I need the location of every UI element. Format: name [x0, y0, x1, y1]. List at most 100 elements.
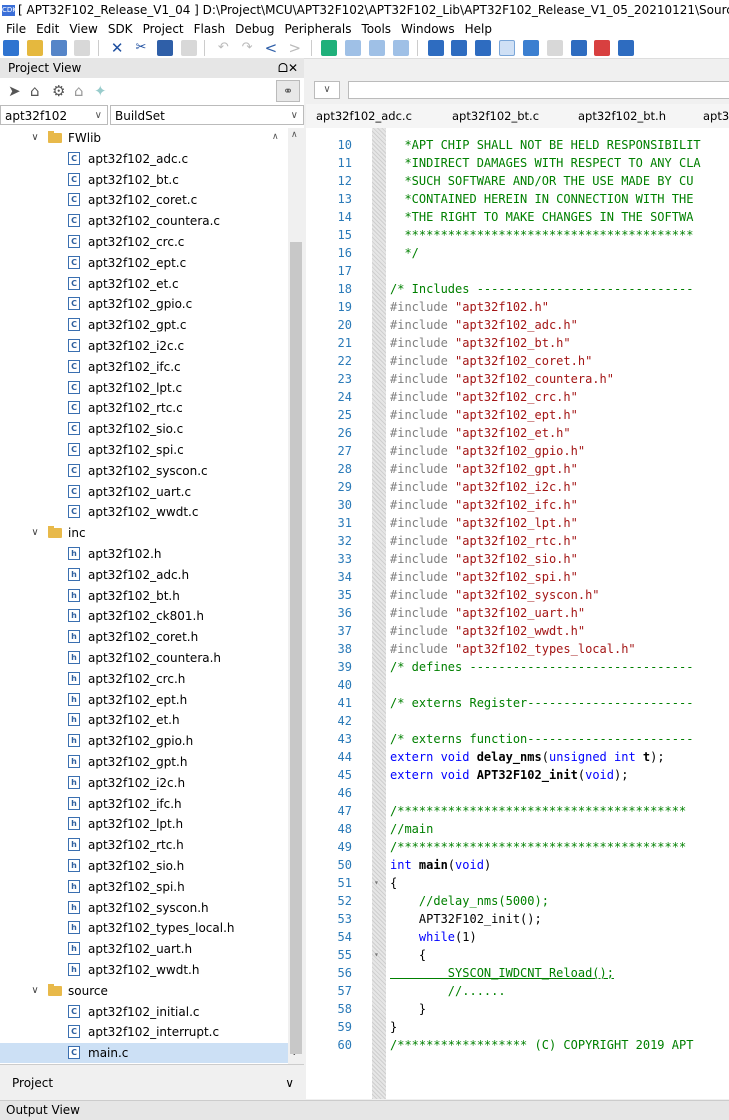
tree-file[interactable]: h apt32f102_ifc.h — [0, 794, 288, 814]
save-icon[interactable] — [50, 40, 67, 56]
back-icon[interactable]: < — [263, 40, 279, 56]
editor-tab[interactable]: apt3 — [703, 104, 729, 128]
menu-item-windows[interactable]: Windows — [401, 22, 455, 36]
chevron-down-icon[interactable]: ∨ — [30, 128, 40, 148]
menu-item-flash[interactable]: Flash — [194, 22, 225, 36]
rebuild-icon[interactable] — [522, 40, 539, 56]
bookmark-clear-icon[interactable] — [392, 40, 409, 56]
menu-item-peripherals[interactable]: Peripherals — [285, 22, 352, 36]
menu-item-view[interactable]: View — [69, 22, 97, 36]
cut-icon[interactable]: ✂ — [133, 40, 149, 56]
tree-file[interactable]: Capt32f102_gpio.c — [0, 294, 288, 314]
tree-file[interactable]: h apt32f102_coret.h — [0, 627, 288, 647]
tree-file[interactable]: h apt32f102_bt.h — [0, 586, 288, 606]
open-folder-icon[interactable] — [26, 40, 43, 56]
copy-icon[interactable] — [156, 40, 173, 56]
tree-file[interactable]: h apt32f102_lpt.h — [0, 814, 288, 834]
tree-file[interactable]: h apt32f102_spi.h — [0, 877, 288, 897]
bookmark-icon[interactable] — [321, 40, 338, 56]
save-all-icon[interactable] — [74, 40, 91, 56]
tree-file[interactable]: Capt32f102_lpt.c — [0, 378, 288, 398]
tree-file[interactable]: Capt32f102_sio.c — [0, 419, 288, 439]
tree-file[interactable]: Capt32f102_wwdt.c — [0, 502, 288, 522]
menu-item-sdk[interactable]: SDK — [108, 22, 133, 36]
project-select[interactable]: apt32f102 ∨ — [0, 105, 108, 125]
chevron-down-icon[interactable]: ∨ — [285, 1065, 294, 1101]
tree-file[interactable]: Capt32f102_et.c — [0, 274, 288, 294]
redo-icon[interactable]: ↷ — [239, 40, 255, 56]
flash-icon[interactable] — [594, 40, 611, 56]
tree-file[interactable]: h apt32f102_syscon.h — [0, 898, 288, 918]
tree-scrollbar-thumb[interactable] — [290, 242, 302, 1054]
undo-icon[interactable]: ↶ — [215, 40, 231, 56]
tree-file[interactable]: Capt32f102_syscon.c — [0, 461, 288, 481]
editor-nav-field[interactable] — [348, 81, 729, 99]
tree-file[interactable]: h apt32f102_et.h — [0, 710, 288, 730]
tree-file[interactable]: Cmain.c — [0, 1043, 288, 1064]
stop-build-icon[interactable] — [546, 40, 563, 56]
tree-folder-inc[interactable]: ∨ inc — [0, 523, 288, 543]
tree-file[interactable]: Capt32f102_adc.c — [0, 149, 288, 169]
tree-file[interactable]: Capt32f102_uart.c — [0, 482, 288, 502]
tree-file[interactable]: Capt32f102_initial.c — [0, 1002, 288, 1022]
tree-file[interactable]: h apt32f102_types_local.h — [0, 918, 288, 938]
home-icon[interactable]: ⌂ — [74, 82, 84, 100]
tree-file[interactable]: h apt32f102_ck801.h — [0, 606, 288, 626]
add-icon[interactable]: ✦ — [94, 82, 107, 100]
tree-file[interactable]: h apt32f102_gpio.h — [0, 731, 288, 751]
tree-folder-fwlib[interactable]: ∨ FWlib — [0, 128, 288, 148]
download-icon[interactable] — [570, 40, 587, 56]
editor-tab[interactable]: apt32f102_adc.c — [316, 104, 412, 128]
tree-file[interactable]: Capt32f102_rtc.c — [0, 398, 288, 418]
settings-icon[interactable]: ⚙ — [52, 82, 65, 100]
tree-file[interactable]: h apt32f102_countera.h — [0, 648, 288, 668]
forward-icon[interactable]: > — [287, 40, 303, 56]
tree-file[interactable]: h apt32f102.h — [0, 544, 288, 564]
tree-file[interactable]: h apt32f102_ept.h — [0, 690, 288, 710]
collapse-all-icon[interactable]: ⌂ — [30, 82, 40, 100]
chevron-down-icon[interactable]: ∨ — [30, 981, 40, 1001]
paste-icon[interactable] — [180, 40, 197, 56]
tree-file[interactable]: h apt32f102_wwdt.h — [0, 960, 288, 980]
tree-file[interactable]: h apt32f102_uart.h — [0, 939, 288, 959]
bookmark-next-icon[interactable] — [369, 40, 386, 56]
tree-folder-source[interactable]: ∨ source — [0, 981, 288, 1001]
tree-file[interactable]: h apt32f102_rtc.h — [0, 835, 288, 855]
build-icon[interactable] — [499, 40, 516, 56]
chevron-down-icon[interactable]: ∨ — [314, 81, 340, 99]
chevron-up-icon[interactable]: ∧ — [272, 132, 279, 142]
menu-item-file[interactable]: File — [6, 22, 26, 36]
editor-tab[interactable]: apt32f102_bt.c — [452, 104, 539, 128]
buildset-select[interactable]: BuildSet ∨ — [110, 105, 304, 125]
code-editor[interactable]: 10 11 12 13 14 15 16 17 18 19 20 21 22 23 24 25 26 27 28 29… — [306, 128, 729, 1099]
tree-file[interactable]: Capt32f102_countera.c — [0, 211, 288, 231]
fold-toggle-icon[interactable]: ▾ — [374, 874, 379, 892]
menu-item-edit[interactable]: Edit — [36, 22, 59, 36]
menu-item-help[interactable]: Help — [465, 22, 492, 36]
link-icon[interactable]: ⚭ — [276, 80, 300, 102]
tree-file[interactable]: h apt32f102_crc.h — [0, 669, 288, 689]
menu-item-project[interactable]: Project — [143, 22, 184, 36]
tree-file[interactable]: Capt32f102_bt.c — [0, 170, 288, 190]
tree-file[interactable]: Capt32f102_ifc.c — [0, 357, 288, 377]
tree-file[interactable]: Capt32f102_ept.c — [0, 253, 288, 273]
tree-file[interactable]: Capt32f102_gpt.c — [0, 315, 288, 335]
menu-item-tools[interactable]: Tools — [361, 22, 391, 36]
find-in-files-icon[interactable] — [451, 40, 468, 56]
locate-icon[interactable]: ➤ — [8, 82, 21, 100]
tree-file[interactable]: h apt32f102_gpt.h — [0, 752, 288, 772]
tree-file[interactable]: h apt32f102_i2c.h — [0, 773, 288, 793]
close-file-icon[interactable]: ✕ — [109, 40, 126, 56]
tree-file[interactable]: Capt32f102_i2c.c — [0, 336, 288, 356]
tree-file[interactable]: Capt32f102_spi.c — [0, 440, 288, 460]
tree-file[interactable]: h apt32f102_sio.h — [0, 856, 288, 876]
editor-tab[interactable]: apt32f102_bt.h — [578, 104, 666, 128]
menu-item-debug[interactable]: Debug — [235, 22, 274, 36]
bookmark-prev-icon[interactable] — [345, 40, 362, 56]
project-bottom-tab[interactable]: Project ∨ — [0, 1064, 304, 1101]
find-icon[interactable] — [427, 40, 444, 56]
tree-file[interactable]: Capt32f102_coret.c — [0, 190, 288, 210]
scroll-up-icon[interactable]: ∧ — [291, 130, 298, 140]
tree-file[interactable]: Capt32f102_crc.c — [0, 232, 288, 252]
replace-icon[interactable] — [475, 40, 492, 56]
